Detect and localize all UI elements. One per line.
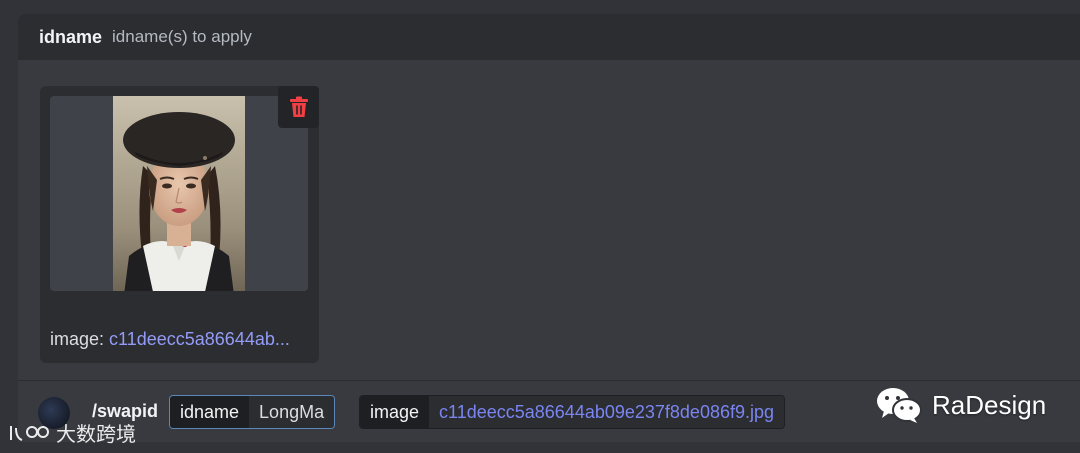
portrait-image: [113, 96, 245, 291]
caption-label: image:: [50, 329, 105, 349]
wechat-watermark-text: RaDesign: [932, 389, 1047, 420]
site-watermark-text: 大数跨境: [56, 424, 136, 446]
option-chip-idname[interactable]: idname LongMa: [169, 395, 336, 429]
upload-panel: image: c11deecc5a86644ab...: [18, 60, 1080, 380]
chip-value[interactable]: LongMa: [249, 396, 335, 428]
discord-slash-command-window: idname idname(s) to apply image: c11deec…: [0, 0, 1080, 453]
attachment-card[interactable]: image: c11deecc5a86644ab...: [40, 86, 319, 363]
wechat-icon: [877, 388, 922, 423]
chip-key: idname: [170, 396, 250, 428]
brand-logo-icon: [10, 425, 49, 441]
delete-attachment-button[interactable]: [278, 86, 319, 128]
option-description: idname(s) to apply: [112, 27, 252, 46]
caption-filename[interactable]: c11deecc5a86644ab...: [109, 329, 290, 349]
attachment-preview[interactable]: [50, 96, 308, 291]
option-header: idname idname(s) to apply: [18, 14, 1080, 60]
attachment-caption: image: c11deecc5a86644ab...: [50, 329, 310, 350]
wechat-watermark: RaDesign: [876, 386, 1046, 424]
trash-icon: [289, 96, 308, 117]
option-chip-image[interactable]: image c11deecc5a86644ab09e237f8de086f9.j…: [359, 395, 786, 429]
option-name: idname: [39, 26, 103, 47]
chip-value[interactable]: c11deecc5a86644ab09e237f8de086f9.jpg: [429, 396, 785, 428]
site-watermark: 大数跨境: [8, 418, 136, 447]
chip-key: image: [360, 396, 430, 428]
